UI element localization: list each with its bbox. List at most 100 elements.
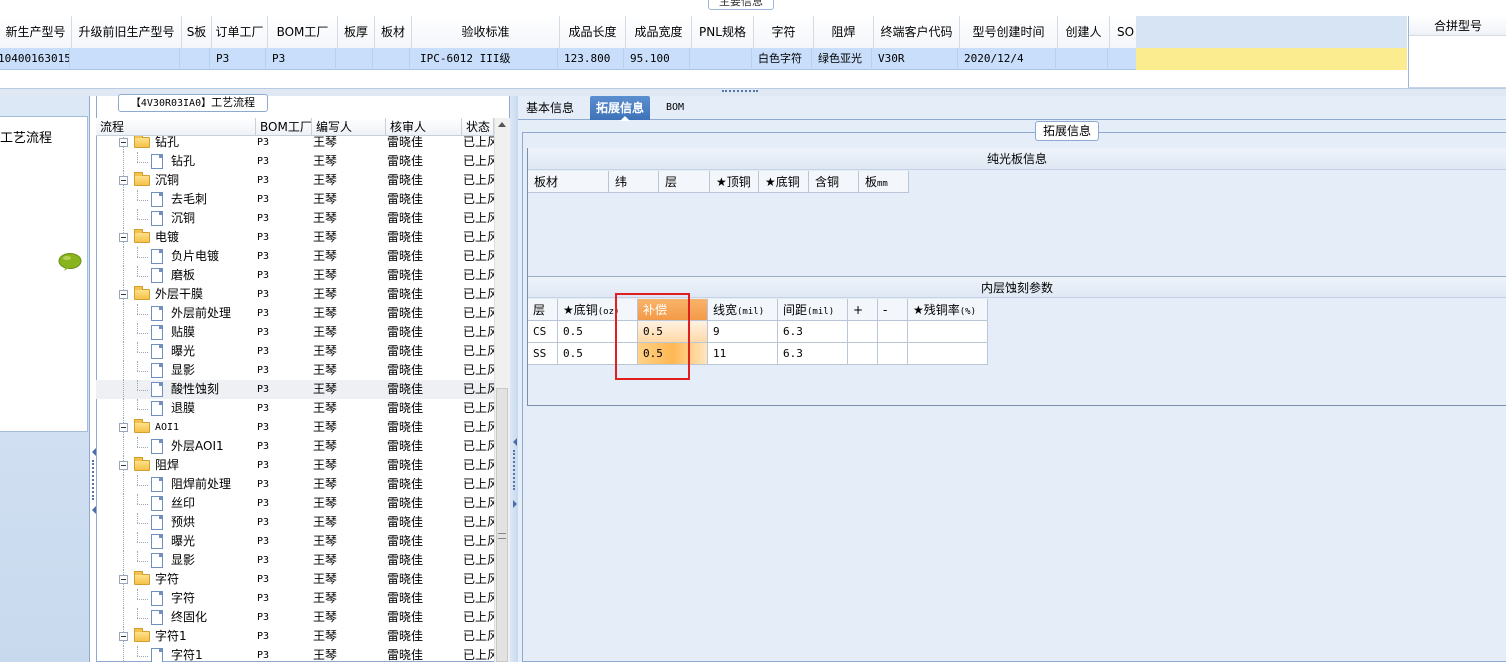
cell-bom-factory[interactable]: P3 [266, 48, 336, 70]
inner-etch-row[interactable]: SS 0.5 0.5 11 6.3 [528, 343, 988, 365]
tree-step-row[interactable]: 显影 P3 王琴 雷晓佳 已上风 [96, 361, 494, 380]
chat-bubble-icon[interactable] [58, 253, 82, 271]
cell-creator[interactable] [1056, 48, 1108, 70]
cell-new-model[interactable]: 10400163015 [0, 48, 70, 70]
cell-created-time[interactable]: 2020/12/4 [958, 48, 1056, 70]
tree-group-row[interactable]: 字符 P3 王琴 雷晓佳 已上风 [96, 570, 494, 589]
tree-step-row[interactable]: 外层AOI1 P3 王琴 雷晓佳 已上风 [96, 437, 494, 456]
col-header-pnl-spec[interactable]: PNL规格 [692, 16, 754, 48]
inner-etch-cell[interactable] [908, 321, 988, 343]
bare-col-header[interactable]: ★顶铜 [710, 171, 759, 193]
inner-etch-cell[interactable] [878, 321, 908, 343]
col-header-material[interactable]: 板材 [375, 16, 412, 48]
tree-step-row[interactable]: 字符1 P3 王琴 雷晓佳 已上风 [96, 646, 494, 662]
tree-col-writer[interactable]: 编写人 [312, 118, 386, 136]
tree-step-row[interactable]: 退膜 P3 王琴 雷晓佳 已上风 [96, 399, 494, 418]
collapse-toggle-icon[interactable] [119, 290, 128, 299]
mid-splitter[interactable] [510, 96, 518, 662]
inner-etch-cell[interactable]: SS [528, 343, 558, 365]
tree-group-row[interactable]: 字符1 P3 王琴 雷晓佳 已上风 [96, 627, 494, 646]
collapse-toggle-icon[interactable] [119, 575, 128, 584]
tree-step-row[interactable]: 阻焊前处理 P3 王琴 雷晓佳 已上风 [96, 475, 494, 494]
inner-etch-cell[interactable]: 6.3 [778, 321, 848, 343]
tree-col-bom[interactable]: BOM工厂 [256, 118, 312, 136]
mid-splitter-grip-icon[interactable] [513, 450, 516, 490]
inner-etch-cell[interactable]: CS [528, 321, 558, 343]
col-header-bom-factory[interactable]: BOM工厂 [268, 16, 338, 48]
inner-etch-row[interactable]: CS 0.5 0.5 9 6.3 [528, 321, 988, 343]
tree-group-row[interactable]: 电镀 P3 王琴 雷晓佳 已上风 [96, 228, 494, 247]
cell-soldermask[interactable]: 绿色亚光 [812, 48, 872, 70]
tree-step-row[interactable]: 丝印 P3 王琴 雷晓佳 已上风 [96, 494, 494, 513]
bare-col-header[interactable]: ★底铜 [759, 171, 809, 193]
cell-s-board[interactable] [180, 48, 210, 70]
inner-etch-cell[interactable] [908, 343, 988, 365]
tree-step-row[interactable]: 曝光 P3 王琴 雷晓佳 已上风 [96, 342, 494, 361]
tree-step-row[interactable]: 字符 P3 王琴 雷晓佳 已上风 [96, 589, 494, 608]
cell-acceptance[interactable]: IPC-6012 III级 [410, 48, 558, 70]
col-header-customer-code[interactable]: 终端客户代码 [874, 16, 960, 48]
col-header-thickness[interactable]: 板厚 [338, 16, 375, 48]
col-header-s-board[interactable]: S板 [182, 16, 212, 48]
collapse-mid-icon[interactable] [513, 438, 517, 446]
col-header-old-model[interactable]: 升级前旧生产型号 [72, 16, 182, 48]
inner-etch-cell[interactable]: 6.3 [778, 343, 848, 365]
collapse-toggle-icon[interactable] [119, 423, 128, 432]
collapse-toggle-icon[interactable] [119, 233, 128, 242]
tree-step-row[interactable]: 显影 P3 王琴 雷晓佳 已上风 [96, 551, 494, 570]
tree-step-row[interactable]: 预烘 P3 王琴 雷晓佳 已上风 [96, 513, 494, 532]
col-header-order-factory[interactable]: 订单工厂 [212, 16, 268, 48]
tab-bom[interactable]: BOM [660, 96, 690, 120]
col-header-created-time[interactable]: 型号创建时间 [960, 16, 1058, 48]
tree-step-row[interactable]: 曝光 P3 王琴 雷晓佳 已上风 [96, 532, 494, 551]
inner-etch-cell[interactable] [848, 343, 878, 365]
left-splitter-grip-icon[interactable] [92, 460, 95, 500]
inner-etch-cell[interactable] [878, 343, 908, 365]
collapse-toggle-icon[interactable] [119, 632, 128, 641]
tree-step-row[interactable]: 去毛刺 P3 王琴 雷晓佳 已上风 [96, 190, 494, 209]
tree-step-row[interactable]: 终固化 P3 王琴 雷晓佳 已上风 [96, 608, 494, 627]
col-header-new-model[interactable]: 新生产型号 [0, 16, 72, 48]
cell-length[interactable]: 123.800 [558, 48, 624, 70]
tree-scroll-thumb[interactable] [496, 388, 508, 662]
bare-col-header[interactable]: 层 [659, 171, 710, 193]
tree-step-row[interactable]: 贴膜 P3 王琴 雷晓佳 已上风 [96, 323, 494, 342]
scroll-up-icon[interactable] [498, 122, 506, 127]
inner-col-header[interactable]: 线宽(mil) [708, 299, 778, 321]
inner-col-header[interactable]: ★残铜率(%) [908, 299, 988, 321]
main-info-row[interactable]: 10400163015 P3 P3 IPC-6012 III级 123.800 95.10… [0, 48, 1140, 70]
tree-step-row[interactable]: 沉铜 P3 王琴 雷晓佳 已上风 [96, 209, 494, 228]
col-header-width[interactable]: 成品宽度 [626, 16, 692, 48]
collapse-toggle-icon[interactable] [119, 461, 128, 470]
nav-item-process-flow[interactable]: 工艺流程 [0, 127, 84, 151]
splitter-grip-icon[interactable] [722, 90, 758, 93]
bare-col-header[interactable]: 板材 [528, 171, 609, 193]
tree-col-reviewer[interactable]: 核审人 [386, 118, 462, 136]
cell-thickness[interactable] [336, 48, 373, 70]
inner-col-header[interactable]: - [878, 299, 908, 321]
tree-step-row[interactable]: 外层前处理 P3 王琴 雷晓佳 已上风 [96, 304, 494, 323]
inner-etch-cell[interactable]: 11 [708, 343, 778, 365]
cell-pnl-spec[interactable] [690, 48, 752, 70]
bare-col-header[interactable]: 含铜 [809, 171, 859, 193]
cell-material[interactable] [373, 48, 410, 70]
tree-col-status[interactable]: 状态 [462, 118, 494, 136]
tree-group-row[interactable]: 钻孔 P3 王琴 雷晓佳 已上风 [96, 136, 494, 152]
col-header-acceptance[interactable]: 验收标准 [412, 16, 560, 48]
inner-etch-cell[interactable] [848, 321, 878, 343]
inner-etch-cell[interactable]: 9 [708, 321, 778, 343]
inner-col-header[interactable]: + [848, 299, 878, 321]
tab-basic-info[interactable]: 基本信息 [520, 96, 580, 120]
tree-group-row[interactable]: 外层干膜 P3 王琴 雷晓佳 已上风 [96, 285, 494, 304]
cell-order-factory[interactable]: P3 [210, 48, 266, 70]
tree-group-row[interactable]: AOI1 P3 王琴 雷晓佳 已上风 [96, 418, 494, 437]
cell-silkscreen[interactable]: 白色字符 [752, 48, 812, 70]
cell-width[interactable]: 95.100 [624, 48, 690, 70]
tree-step-row[interactable]: 磨板 P3 王琴 雷晓佳 已上风 [96, 266, 494, 285]
inner-col-header[interactable]: 层 [528, 299, 558, 321]
col-header-soldermask[interactable]: 阻焊 [814, 16, 874, 48]
tree-group-row[interactable]: 阻焊 P3 王琴 雷晓佳 已上风 [96, 456, 494, 475]
bare-col-header[interactable]: 纬 [609, 171, 659, 193]
tree-step-row[interactable]: 钻孔 P3 王琴 雷晓佳 已上风 [96, 152, 494, 171]
inner-col-header[interactable]: 间距(mil) [778, 299, 848, 321]
